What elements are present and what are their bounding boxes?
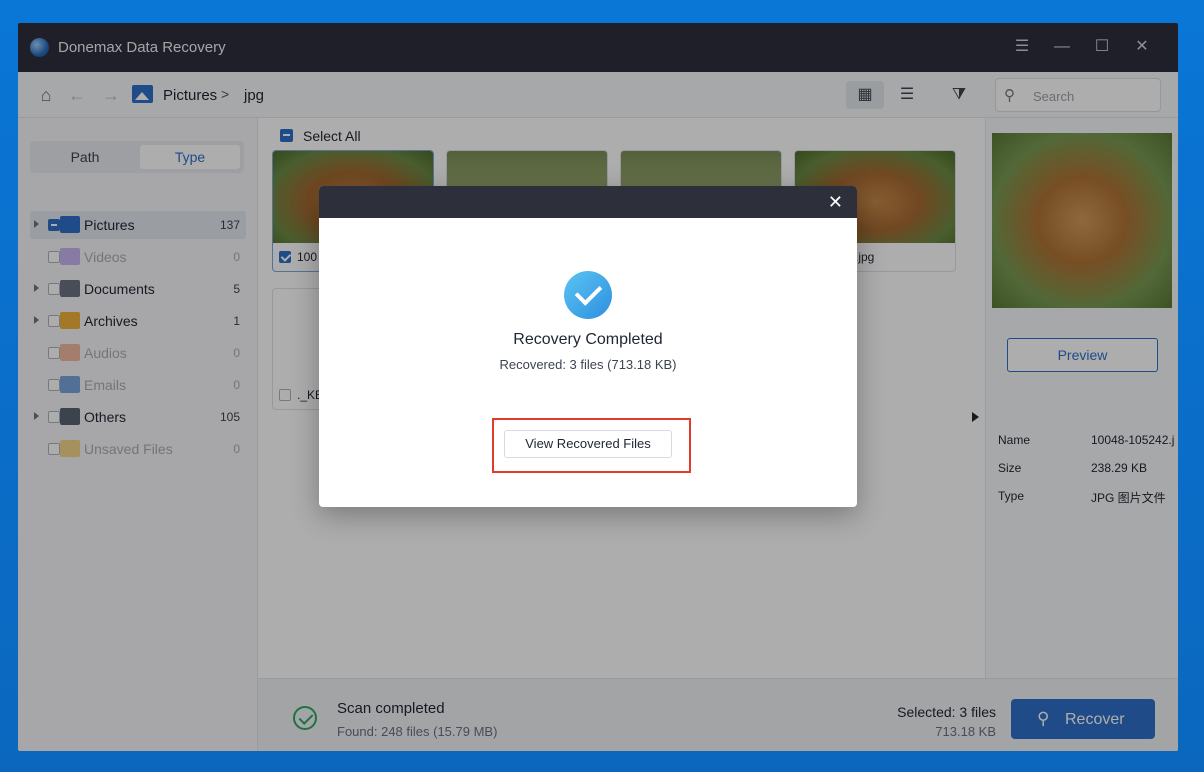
view-recovered-files-button[interactable]: View Recovered Files bbox=[504, 430, 672, 458]
dialog-subtitle: Recovered: 3 files (713.18 KB) bbox=[499, 357, 677, 372]
recovery-completed-dialog: ✕ Recovery Completed Recovered: 3 files … bbox=[319, 186, 857, 507]
dialog-title: Recovery Completed bbox=[513, 331, 663, 348]
close-icon[interactable]: ✕ bbox=[828, 192, 843, 212]
dialog-header: ✕ bbox=[319, 186, 857, 218]
success-check-icon bbox=[564, 271, 612, 319]
